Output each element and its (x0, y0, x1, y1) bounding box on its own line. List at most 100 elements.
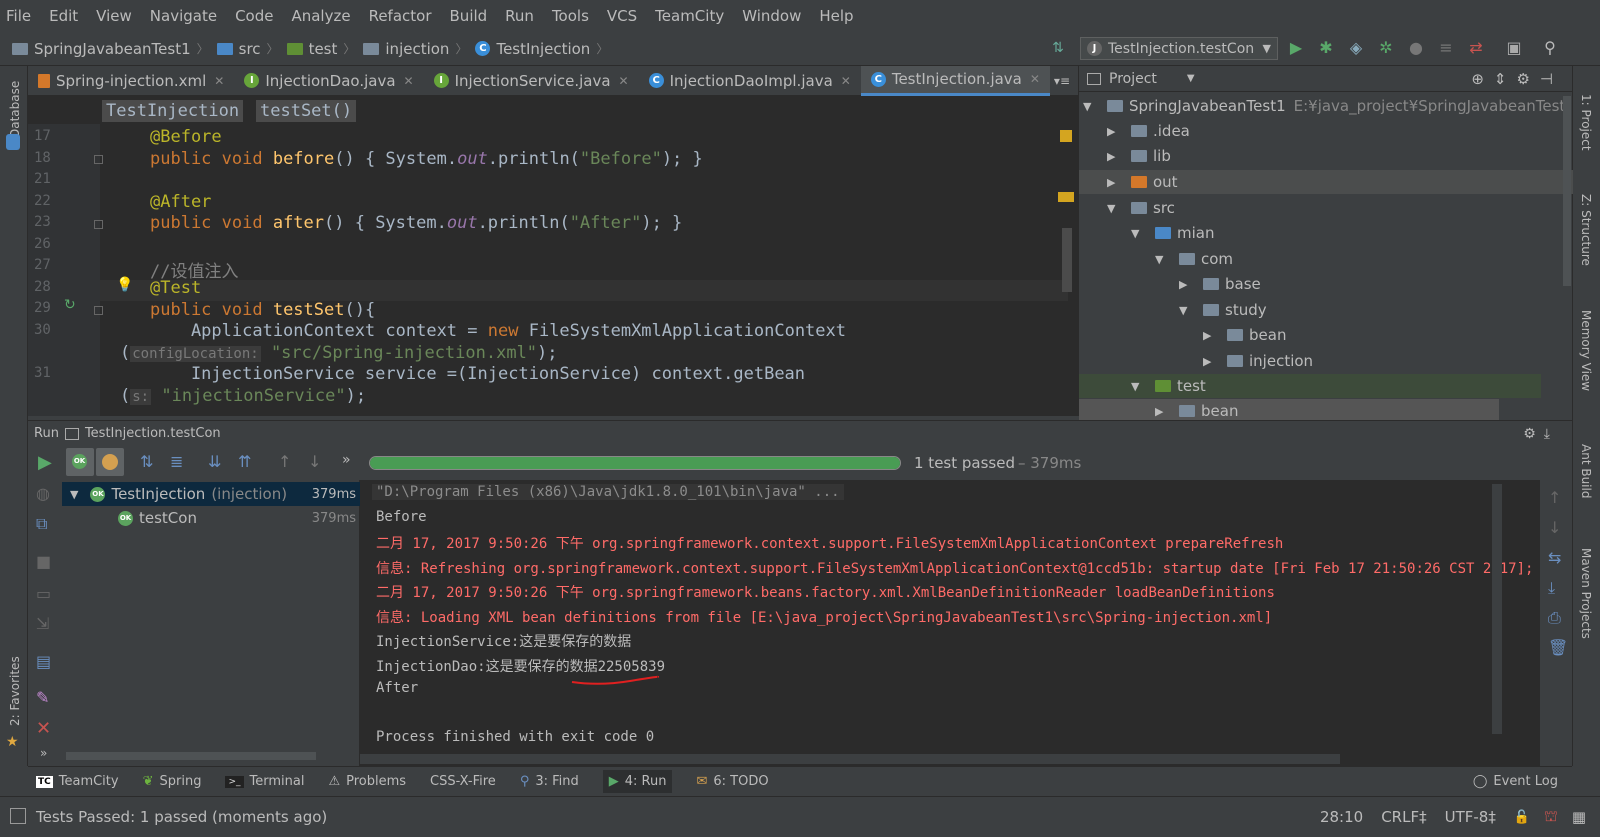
tree-node-lib[interactable]: ▶ lib (1107, 144, 1171, 168)
previous-test-icon[interactable]: ↑ (278, 452, 291, 471)
up-icon[interactable]: ↑ (1548, 488, 1561, 507)
panel-toolbar-icons[interactable]: ⊕⇕⚙⊣ (1471, 70, 1563, 88)
memory-view-tool-tab[interactable]: Memory View (1579, 310, 1593, 391)
warning-marker[interactable] (1058, 192, 1074, 202)
problems-tool-tab[interactable]: ⚠ Problems (328, 774, 406, 789)
warning-marker[interactable] (1060, 130, 1072, 142)
run-icon[interactable]: ▶ (1286, 38, 1306, 58)
close-icon[interactable]: ✕ (841, 74, 851, 88)
down-icon[interactable]: ↓ (1548, 518, 1561, 537)
tree-node-src[interactable]: ▼ src (1107, 196, 1175, 220)
sort-duration-icon[interactable]: ≣ (170, 452, 183, 471)
menu-window[interactable]: Window (742, 7, 801, 25)
close-icon[interactable]: ✕ (214, 74, 224, 88)
tree-scrollbar[interactable] (66, 752, 316, 760)
coverage-icon[interactable]: ◈ (1346, 38, 1366, 58)
menu-vcs[interactable]: VCS (607, 7, 637, 25)
menu-help[interactable]: Help (819, 7, 853, 25)
project-structure-icon[interactable]: ▣ (1504, 38, 1524, 58)
lock-icon[interactable]: 🔓 (1514, 810, 1530, 825)
stop-icon[interactable]: ■ (36, 552, 51, 571)
tree-node-root[interactable]: ▼ SpringJavabeanTest1 E:¥java_project¥Spri… (1083, 94, 1565, 118)
teamcity-tool-tab[interactable]: TC TeamCity (36, 774, 119, 789)
console-horizontal-scrollbar[interactable] (360, 754, 1340, 764)
memory-indicator-icon[interactable]: ▦ (1572, 808, 1586, 826)
maven-tool-tab[interactable]: Maven Projects (1579, 548, 1593, 639)
hector-icon[interactable]: ⛫ (1544, 807, 1558, 827)
expand-all-icon[interactable]: ⇊ (208, 452, 221, 471)
test-suite-row[interactable]: ▼ OK TestInjection (injection) 379ms (62, 482, 360, 506)
tree-node-out[interactable]: ▶ out (1079, 170, 1573, 194)
caret-position[interactable]: 28:10 (1320, 808, 1363, 826)
css-x-fire-tool-tab[interactable]: CSS-X-Fire (430, 774, 496, 789)
nav-crumb-src[interactable]: src 〉 (216, 40, 279, 58)
lightbulb-icon[interactable]: 💡 (116, 277, 133, 293)
run-config-dropdown[interactable]: J TestInjection.testCon ▼ (1080, 37, 1278, 60)
tab-injection-dao-impl[interactable]: C InjectionDaoImpl.java ✕ (639, 66, 861, 96)
sort-alpha-icon[interactable]: ⇅ (140, 452, 153, 471)
show-ignored-toggle[interactable] (96, 448, 124, 476)
menu-build[interactable]: Build (450, 7, 488, 25)
menu-navigate[interactable]: Navigate (150, 7, 217, 25)
menu-teamcity[interactable]: TeamCity (655, 7, 724, 25)
panel-settings-icons[interactable]: ⚙⤓ (1523, 426, 1558, 442)
layout-icon[interactable]: ▤ (36, 652, 51, 671)
fold-icon[interactable] (94, 220, 103, 229)
menu-view[interactable]: View (96, 7, 132, 25)
tree-node-idea[interactable]: ▶ .idea (1107, 119, 1190, 143)
ant-build-tool-tab[interactable]: Ant Build (1579, 444, 1593, 498)
fold-icon[interactable] (94, 306, 103, 315)
nav-crumb-project[interactable]: SpringJavabeanTest1 〉 (12, 40, 209, 58)
close-icon[interactable]: ✕ (1030, 72, 1040, 86)
menu-refactor[interactable]: Refactor (369, 7, 432, 25)
close-icon[interactable]: ✕ (404, 74, 414, 88)
dump-threads-icon[interactable]: ⧉ (36, 514, 47, 534)
tree-node-test[interactable]: ▼ test (1079, 374, 1541, 398)
tab-list-icon[interactable]: ▾≡ (1054, 74, 1070, 88)
soft-wrap-icon[interactable]: ⇆ (1548, 548, 1561, 567)
code-editor[interactable]: TestInjection testSet() 17 18 21 22 23 2… (28, 96, 1078, 416)
menu-run[interactable]: Run (505, 7, 534, 25)
nav-crumb-class[interactable]: C TestInjection 〉 (475, 40, 608, 58)
toggle-auto-test-icon[interactable]: ◍ (36, 484, 50, 503)
tree-node-base[interactable]: ▶ base (1179, 272, 1261, 296)
sync-icon[interactable]: ⇄ (1466, 38, 1486, 58)
menu-file[interactable]: File (6, 7, 31, 25)
tree-node-study[interactable]: ▼ study (1179, 298, 1267, 322)
find-tool-tab[interactable]: ⚲ 3: Find (520, 774, 579, 789)
show-passed-toggle[interactable]: OK (66, 448, 94, 476)
debug-icon[interactable]: ✱ (1316, 38, 1336, 58)
project-tool-tab[interactable]: 1: Project (1579, 94, 1593, 151)
menu-tools[interactable]: Tools (552, 7, 589, 25)
structure-tool-tab[interactable]: Z: Structure (1579, 194, 1593, 266)
console-output[interactable]: "D:\Program Files (x86)\Java\jdk1.8.0_10… (360, 480, 1540, 766)
console-scrollbar[interactable] (1492, 484, 1502, 734)
stop-icon[interactable]: ≡ (1436, 38, 1456, 58)
breadcrumb-class[interactable]: TestInjection (102, 100, 244, 122)
nav-crumb-test[interactable]: test 〉 (286, 40, 355, 58)
line-separator[interactable]: CRLF‡ (1381, 808, 1426, 826)
attach-icon[interactable]: ● (1406, 38, 1426, 58)
favorites-tool-tab[interactable]: 2: Favorites (8, 656, 22, 726)
nav-crumb-package[interactable]: injection 〉 (363, 40, 467, 58)
file-encoding[interactable]: UTF-8‡ (1445, 808, 1496, 826)
restore-layout-icon[interactable]: ▭ (36, 584, 51, 603)
trash-icon[interactable]: 🗑 (1548, 638, 1568, 657)
tool-window-toggle-icon[interactable] (10, 808, 26, 824)
run-test-gutter-icon[interactable]: ↻ (64, 297, 76, 313)
menu-edit[interactable]: Edit (49, 7, 78, 25)
tab-test-injection[interactable]: C TestInjection.java ✕ (860, 65, 1050, 96)
collapse-all-icon[interactable]: ⇈ (238, 452, 251, 471)
profile-icon[interactable]: ✲ (1376, 38, 1396, 58)
spring-tool-tab[interactable]: ❦ Spring (143, 774, 202, 789)
project-view-selector[interactable]: Project (1109, 71, 1157, 87)
event-log-tool-tab[interactable]: ◯ Event Log (1473, 774, 1558, 789)
tree-node-mian[interactable]: ▼ mian (1131, 221, 1214, 245)
close-run-icon[interactable]: ✕ (36, 718, 51, 739)
terminal-tool-tab[interactable]: >_ Terminal (225, 774, 304, 789)
pin-icon[interactable]: ✎ (36, 688, 49, 707)
next-test-icon[interactable]: ↓ (308, 452, 321, 471)
run-tool-tab[interactable]: ▶ 4: Run (602, 770, 673, 793)
tab-spring-injection-xml[interactable]: Spring-injection.xml ✕ (28, 66, 234, 96)
project-scrollbar[interactable] (1563, 96, 1571, 286)
